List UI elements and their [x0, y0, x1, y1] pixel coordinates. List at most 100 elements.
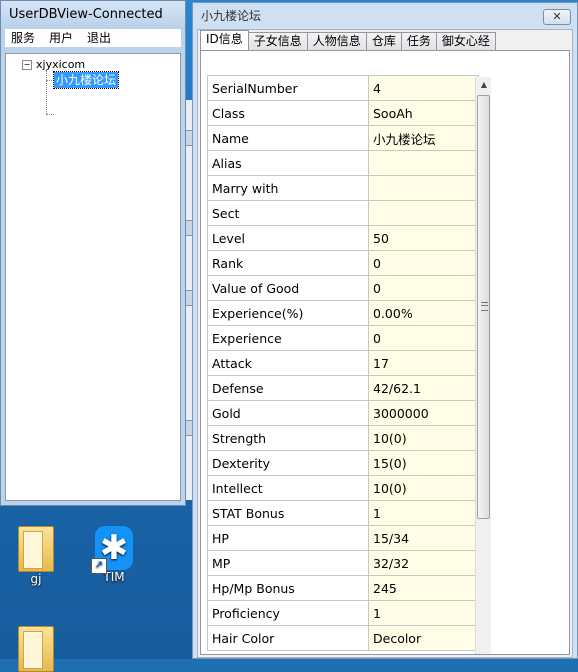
property-row[interactable]: Proficiency 1 [207, 600, 479, 626]
property-value[interactable]: 245 [368, 575, 479, 601]
property-value[interactable]: 10(0) [368, 475, 479, 501]
property-key: SerialNumber [207, 75, 369, 101]
property-row[interactable]: STAT Bonus 1 [207, 500, 479, 526]
collapse-icon[interactable]: − [22, 59, 32, 70]
window-client-area: ID信息 子女信息 人物信息 仓库 任务 御女心经 SerialNumber 4 C… [197, 29, 573, 658]
property-row[interactable]: HP 15/34 [207, 525, 479, 551]
property-value[interactable]: 10(0) [368, 425, 479, 451]
property-table: SerialNumber 4 Class SooAh Name 小九楼论坛 Alias Mar… [207, 75, 479, 651]
property-value[interactable]: 0 [368, 325, 479, 351]
property-key: Attack [207, 350, 369, 376]
property-value[interactable]: 15/34 [368, 525, 479, 551]
property-key: Name [207, 125, 369, 151]
close-button[interactable]: ✕ [543, 9, 571, 25]
property-key: Level [207, 225, 369, 251]
property-row[interactable]: Class SooAh [207, 100, 479, 126]
tree-view[interactable]: − xjyxicom 小九楼论坛 [5, 53, 181, 501]
property-value[interactable]: 17 [368, 350, 479, 376]
property-value[interactable] [368, 200, 479, 226]
property-key: Marry with [207, 175, 369, 201]
property-key: Proficiency [207, 600, 369, 626]
property-row[interactable]: Marry with [207, 175, 479, 201]
desktop-icon-tim[interactable]: ✱ ↗ TIM [84, 526, 144, 584]
property-value[interactable] [368, 175, 479, 201]
property-key: STAT Bonus [207, 500, 369, 526]
desktop-icon-folder[interactable] [6, 626, 66, 672]
property-row[interactable]: Hair Color Decolor [207, 625, 479, 651]
property-row[interactable]: Value of Good 0 [207, 275, 479, 301]
property-row[interactable]: Dexterity 15(0) [207, 450, 479, 476]
property-key: Hair Color [207, 625, 369, 651]
property-row[interactable]: Strength 10(0) [207, 425, 479, 451]
property-value[interactable]: 32/32 [368, 550, 479, 576]
scroll-up-arrow-icon[interactable]: ▲ [476, 77, 492, 93]
window-title: 小九楼论坛 [201, 9, 262, 23]
tree-root-label: xjyxicom [36, 58, 86, 71]
property-row[interactable]: MP 32/32 [207, 550, 479, 576]
property-row[interactable]: Sect [207, 200, 479, 226]
property-key: Value of Good [207, 275, 369, 301]
tree-connector [46, 70, 47, 114]
property-value[interactable]: SooAh [368, 100, 479, 126]
folder-icon [18, 526, 54, 572]
property-value[interactable]: 1 [368, 600, 479, 626]
property-row[interactable]: Attack 17 [207, 350, 479, 376]
property-value[interactable]: 3000000 [368, 400, 479, 426]
property-row[interactable]: Alias [207, 150, 479, 176]
property-key: Strength [207, 425, 369, 451]
tree-root-node[interactable]: − xjyxicom [22, 58, 85, 71]
property-key: Intellect [207, 475, 369, 501]
property-row[interactable]: Gold 3000000 [207, 400, 479, 426]
tab-warehouse[interactable]: 仓库 [365, 32, 402, 50]
window-title: UserDBView-Connected [1, 1, 185, 29]
property-value[interactable]: 1 [368, 500, 479, 526]
userdbview-window: UserDBView-Connected 服务 用户 退出 − xjyxicom… [0, 0, 186, 506]
scroll-thumb[interactable] [477, 95, 490, 519]
property-row[interactable]: Experience 0 [207, 325, 479, 351]
property-row[interactable]: Experience(%) 0.00% [207, 300, 479, 326]
property-value[interactable]: 0 [368, 275, 479, 301]
menu-item-service[interactable]: 服务 [11, 29, 35, 47]
property-key: Sect [207, 200, 369, 226]
tab-quests[interactable]: 任务 [400, 32, 437, 50]
desktop-icon-label: gj [30, 572, 42, 586]
folder-icon [18, 626, 54, 672]
property-key: Experience [207, 325, 369, 351]
property-key: Rank [207, 250, 369, 276]
tab-character-info[interactable]: 人物信息 [306, 32, 367, 50]
shortcut-arrow-icon: ↗ [91, 558, 107, 574]
tree-node-selected[interactable]: 小九楼论坛 [52, 71, 120, 89]
property-value[interactable]: 0 [368, 250, 479, 276]
property-key: Hp/Mp Bonus [207, 575, 369, 601]
tree-connector [46, 80, 54, 81]
desktop-icon-gj[interactable]: gj [6, 526, 66, 586]
property-value[interactable]: 4 [368, 75, 479, 101]
property-row[interactable]: Rank 0 [207, 250, 479, 276]
character-window: 小九楼论坛 ✕ ID信息 子女信息 人物信息 仓库 任务 御女心经 Serial… [192, 2, 578, 659]
property-row[interactable]: Defense 42/62.1 [207, 375, 479, 401]
property-row[interactable]: Intellect 10(0) [207, 475, 479, 501]
property-value[interactable]: 小九楼论坛 [368, 125, 479, 151]
property-key: MP [207, 550, 369, 576]
property-value[interactable]: Decolor [368, 625, 479, 651]
property-row[interactable]: Hp/Mp Bonus 245 [207, 575, 479, 601]
tab-children-info[interactable]: 子女信息 [247, 32, 308, 50]
menu-item-exit[interactable]: 退出 [87, 29, 111, 47]
tree-connector [46, 114, 54, 115]
tab-id-info[interactable]: ID信息 [200, 30, 249, 50]
property-value[interactable]: 15(0) [368, 450, 479, 476]
property-value[interactable]: 50 [368, 225, 479, 251]
property-row[interactable]: SerialNumber 4 [207, 75, 479, 101]
menu-item-user[interactable]: 用户 [49, 29, 73, 47]
tim-app-icon: ✱ ↗ [91, 526, 133, 574]
property-value[interactable]: 0.00% [368, 300, 479, 326]
property-key: Alias [207, 150, 369, 176]
tab-page-id-info: SerialNumber 4 Class SooAh Name 小九楼论坛 Alias Mar… [200, 50, 570, 655]
property-value[interactable]: 42/62.1 [368, 375, 479, 401]
property-key: Dexterity [207, 450, 369, 476]
tab-yunu-xinjing[interactable]: 御女心经 [435, 32, 496, 50]
property-value[interactable] [368, 150, 479, 176]
vertical-scrollbar[interactable]: ▲ [475, 77, 491, 654]
property-row[interactable]: Level 50 [207, 225, 479, 251]
property-row[interactable]: Name 小九楼论坛 [207, 125, 479, 151]
